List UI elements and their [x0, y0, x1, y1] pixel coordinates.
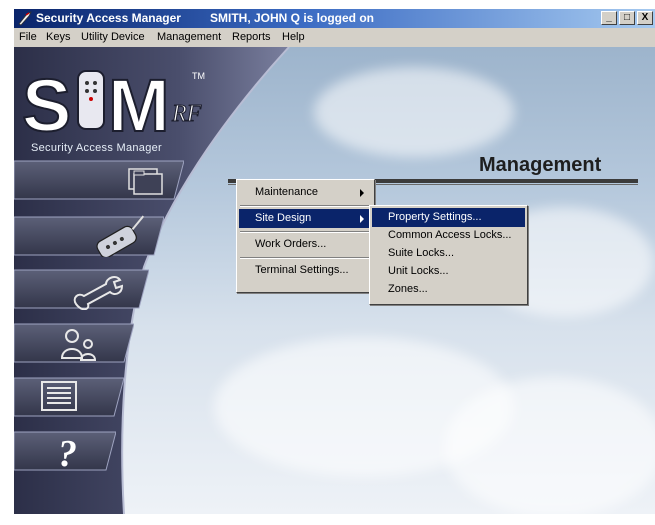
menu-item-zones[interactable]: Zones...: [372, 280, 525, 299]
svg-text:S: S: [22, 64, 71, 147]
menu-item-unit-locks[interactable]: Unit Locks...: [372, 262, 525, 281]
folders-icon: [128, 168, 163, 195]
menu-reports[interactable]: Reports: [232, 31, 271, 43]
menu-item-common-access-locks[interactable]: Common Access Locks...: [372, 226, 525, 245]
app-window: Security Access Manager SMITH, JOHN Q is…: [14, 9, 655, 514]
submenu-arrow-icon: [360, 215, 364, 223]
menu-separator: [240, 231, 371, 233]
menu-file[interactable]: File: [19, 31, 37, 43]
sidebar-button-folders[interactable]: [14, 159, 184, 201]
title-bar[interactable]: Security Access Manager SMITH, JOHN Q is…: [14, 9, 655, 28]
login-status: SMITH, JOHN Q is logged on: [210, 11, 375, 25]
sidebar-button-help[interactable]: ?: [14, 430, 116, 472]
close-button[interactable]: X: [637, 11, 653, 25]
menu-item-suite-locks[interactable]: Suite Locks...: [372, 244, 525, 263]
menu-item-work-orders[interactable]: Work Orders...: [239, 235, 372, 254]
site-design-submenu: Property Settings... Common Access Locks…: [369, 205, 528, 305]
menu-item-site-design[interactable]: Site Design: [239, 209, 372, 228]
app-icon: [18, 11, 32, 26]
sidebar-button-reports[interactable]: [14, 376, 124, 418]
menu-separator: [240, 205, 371, 207]
sidebar-button-tools[interactable]: [14, 268, 149, 310]
maximize-button[interactable]: □: [619, 11, 635, 25]
sidebar-button-users[interactable]: [14, 322, 134, 364]
svg-text:M: M: [108, 64, 170, 147]
management-menu: Maintenance Site Design Work Orders... T…: [236, 179, 375, 293]
page-title: Management: [479, 154, 602, 176]
window-title: Security Access Manager: [36, 11, 181, 25]
menu-item-terminal-settings[interactable]: Terminal Settings...: [239, 261, 372, 280]
minimize-button[interactable]: _: [601, 11, 617, 25]
sidebar-button-keys[interactable]: [14, 215, 164, 257]
svg-text:RF: RF: [171, 101, 202, 127]
menu-management[interactable]: Management: [157, 31, 221, 43]
menu-help[interactable]: Help: [282, 31, 305, 43]
main-content: S M TM RF Security Access Manager ? Mana…: [14, 47, 655, 514]
help-icon: ?: [58, 433, 77, 472]
svg-text:TM: TM: [192, 71, 205, 81]
menu-separator: [240, 257, 371, 259]
logo-tagline: Security Access Manager: [31, 142, 163, 154]
menu-item-maintenance[interactable]: Maintenance: [239, 183, 372, 202]
menu-item-property-settings[interactable]: Property Settings...: [372, 208, 525, 227]
submenu-arrow-icon: [360, 189, 364, 197]
menu-utility-device[interactable]: Utility Device: [81, 31, 145, 43]
menu-bar: File Keys Utility Device Management Repo…: [14, 28, 655, 47]
menu-keys[interactable]: Keys: [46, 31, 70, 43]
